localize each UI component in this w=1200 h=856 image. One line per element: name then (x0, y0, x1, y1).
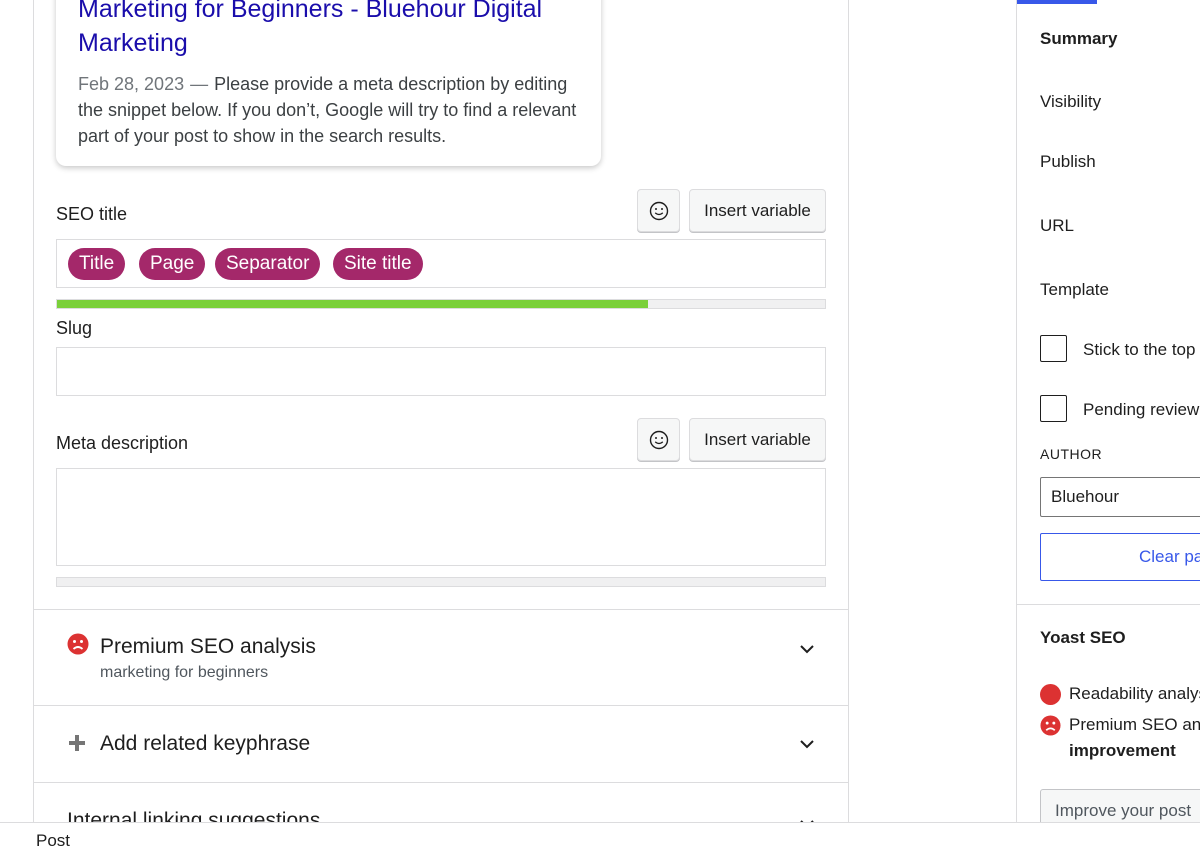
seo-title-input[interactable]: Title Page Separator Site title (56, 239, 826, 288)
internal-linking-section[interactable]: Internal linking suggestions (34, 782, 848, 822)
readability-status-dot-icon (1040, 684, 1061, 705)
chevron-down-icon (800, 740, 814, 749)
editor-status-bar: Post (0, 822, 1200, 856)
slug-label: Slug (56, 318, 93, 338)
pending-review-checkbox[interactable] (1040, 395, 1067, 422)
meta-description-emoji-button[interactable] (637, 418, 680, 461)
stick-to-top-checkbox[interactable] (1040, 335, 1067, 362)
premium-seo-analysis-keyphrase: marketing for beginners (100, 664, 269, 681)
meta-description-insert-variable-button[interactable]: Insert variable (689, 418, 826, 461)
related-keyphrase-section[interactable]: Add related keyphrase (34, 705, 848, 782)
visibility-label: Visibility (1040, 92, 1102, 111)
publish-label: Publish (1040, 152, 1096, 171)
breadcrumb-post[interactable]: Post (36, 831, 70, 851)
yoast-seo-heading[interactable]: Yoast SEO (1040, 628, 1126, 648)
preview-description: Feb 28, 2023— Please provide a meta descr… (78, 71, 588, 149)
emoji-icon (649, 201, 668, 220)
template-label: Template (1040, 280, 1109, 299)
premium-seo-analysis-section[interactable]: Premium SEO analysis marketing for begin… (34, 609, 848, 705)
summary-heading[interactable]: Summary (1040, 29, 1117, 49)
meta-description-label: Meta description (56, 433, 189, 453)
meta-description-length-bar (56, 577, 826, 587)
sidebar-divider (1017, 604, 1200, 605)
author-select[interactable]: Bluehour (1040, 477, 1200, 517)
stick-to-top-label[interactable]: Stick to the top of the blog (1083, 340, 1200, 360)
active-tab-indicator (1017, 0, 1097, 4)
improve-post-button[interactable]: Improve your post (1040, 789, 1200, 822)
preview-title[interactable]: Marketing for Beginners - Bluehour Digit… (78, 0, 578, 60)
premium-seo-status-value: improvement (1069, 741, 1176, 760)
variable-pill-page[interactable]: Page (139, 248, 206, 280)
plus-icon (69, 735, 85, 751)
pending-review-label[interactable]: Pending review (1083, 400, 1199, 420)
seo-title-insert-variable-button[interactable]: Insert variable (689, 189, 826, 232)
slug-input[interactable] (56, 347, 826, 396)
seo-title-label: SEO title (56, 204, 128, 224)
preview-date: Feb 28, 2023 (78, 74, 185, 94)
sad-face-icon (1040, 715, 1061, 736)
settings-sidebar: Summary Visibility Publish URL Template … (1016, 0, 1200, 822)
chevron-down-icon (800, 645, 814, 654)
emoji-icon (649, 430, 668, 449)
internal-linking-title: Internal linking suggestions (67, 809, 321, 822)
chevron-down-icon (800, 820, 814, 822)
seo-title-length-fill (57, 300, 649, 308)
sad-face-icon (67, 633, 89, 655)
clear-template-button[interactable]: Clear page template (1040, 533, 1200, 581)
google-preview-card: Marketing for Beginners - Bluehour Digit… (56, 0, 601, 166)
premium-seo-analysis-title: Premium SEO analysis (100, 635, 316, 658)
variable-pill-separator[interactable]: Separator (215, 248, 321, 280)
seo-title-emoji-button[interactable] (637, 189, 680, 232)
seo-title-length-bar (56, 299, 826, 309)
premium-seo-status-label: Premium SEO analysis: (1069, 715, 1200, 734)
author-label: AUTHOR (1040, 446, 1103, 462)
meta-description-input[interactable] (56, 468, 826, 566)
seo-editor-panel: Marketing for Beginners - Bluehour Digit… (33, 0, 849, 822)
url-label: URL (1040, 216, 1075, 235)
preview-separator: — (190, 74, 209, 94)
variable-pill-site-title[interactable]: Site title (333, 248, 423, 280)
related-keyphrase-title: Add related keyphrase (100, 732, 311, 755)
variable-pill-title[interactable]: Title (68, 248, 126, 280)
readability-label: Readability analysis (1069, 684, 1200, 703)
